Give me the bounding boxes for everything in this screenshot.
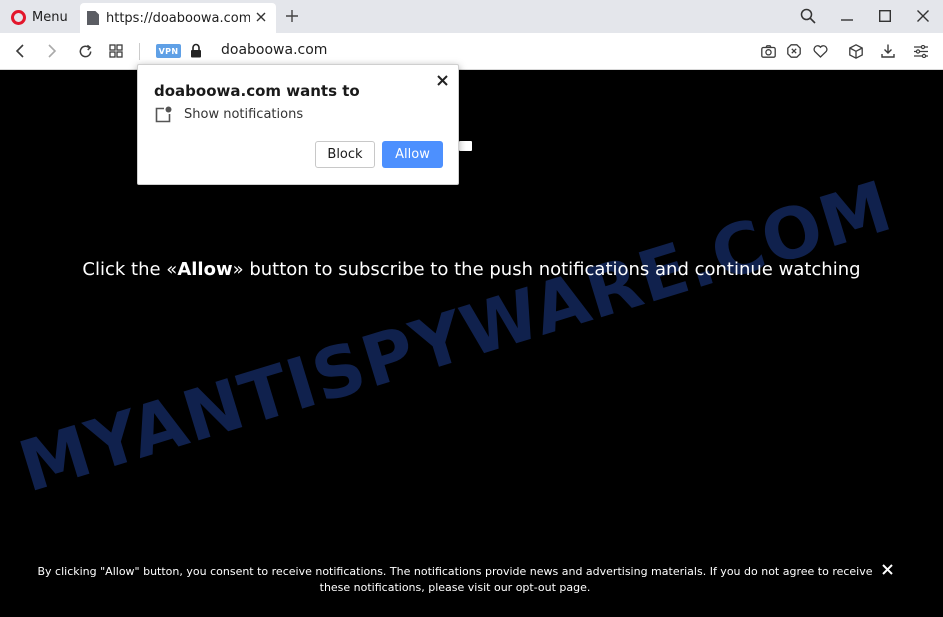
consent-footer: By clicking "Allow" button, you consent …: [30, 564, 880, 596]
extensions-button[interactable]: [844, 39, 868, 63]
search-icon: [800, 8, 816, 24]
forward-button[interactable]: [40, 39, 64, 63]
ad-blocker-button[interactable]: [782, 39, 806, 63]
window-close-button[interactable]: [910, 4, 936, 28]
download-icon: [881, 44, 895, 58]
maximize-icon: [879, 10, 891, 22]
back-icon: [15, 44, 24, 58]
bookmark-button[interactable]: [808, 39, 832, 63]
easy-setup-button[interactable]: [909, 39, 933, 63]
plus-icon: [286, 10, 298, 22]
popup-title: doaboowa.com wants to: [154, 82, 360, 100]
settings-icon: [914, 44, 928, 58]
permission-label: Show notifications: [184, 107, 304, 122]
tabs-grid-button[interactable]: [104, 39, 128, 63]
permission-row: Show notifications: [155, 106, 303, 123]
allow-button[interactable]: Allow: [382, 141, 443, 168]
footer-end: .: [586, 581, 591, 594]
tab-close-icon[interactable]: [252, 8, 270, 26]
headline-suffix: » button to subscribe to the push notifi…: [232, 259, 861, 280]
back-button[interactable]: [8, 39, 32, 63]
notification-permission-popup: doaboowa.com wants to Show notifications…: [137, 64, 459, 185]
snapshot-button[interactable]: [756, 39, 780, 63]
notification-bell-icon: [155, 106, 172, 123]
opera-logo-icon: [11, 9, 26, 25]
cube-icon: [849, 43, 863, 59]
reload-button[interactable]: [73, 39, 97, 63]
close-icon: [917, 10, 929, 22]
page-headline: Click the «Allow» button to subscribe to…: [0, 259, 943, 280]
menu-label: Menu: [32, 9, 68, 25]
maximize-button[interactable]: [872, 4, 898, 28]
heart-icon: [812, 44, 828, 58]
address-bar-url[interactable]: doaboowa.com: [221, 42, 327, 58]
opt-out-link[interactable]: opt-out page: [516, 581, 587, 594]
popup-close-icon[interactable]: [434, 72, 450, 88]
toolbar-divider: [139, 43, 140, 60]
headline-prefix: Click the «: [82, 259, 178, 280]
page-widget: [459, 141, 472, 151]
tab-title: https://doaboowa.com: [106, 10, 250, 26]
forward-icon: [48, 44, 57, 58]
opera-menu-button[interactable]: Menu: [4, 4, 76, 30]
tab-strip: Menu https://doaboowa.com: [0, 0, 943, 33]
reload-icon: [79, 44, 91, 57]
footer-close-icon[interactable]: [878, 560, 896, 578]
watermark: MYANTISPYWARE.COM: [10, 164, 902, 509]
page-favicon-icon: [87, 11, 99, 25]
new-tab-button[interactable]: [282, 4, 302, 28]
browser-tab[interactable]: https://doaboowa.com: [80, 3, 276, 33]
block-button[interactable]: Block: [315, 141, 375, 168]
camera-icon: [760, 44, 776, 58]
headline-allow: Allow: [177, 259, 233, 280]
minimize-icon: [841, 19, 853, 21]
downloads-button[interactable]: [876, 39, 900, 63]
minimize-button[interactable]: [834, 4, 860, 28]
block-ads-icon: [787, 44, 801, 58]
vpn-badge[interactable]: VPN: [156, 44, 181, 58]
tabs-grid-icon: [109, 44, 123, 58]
search-tabs-button[interactable]: [795, 4, 821, 28]
lock-icon[interactable]: [190, 43, 202, 58]
footer-text: By clicking "Allow" button, you consent …: [37, 565, 873, 594]
